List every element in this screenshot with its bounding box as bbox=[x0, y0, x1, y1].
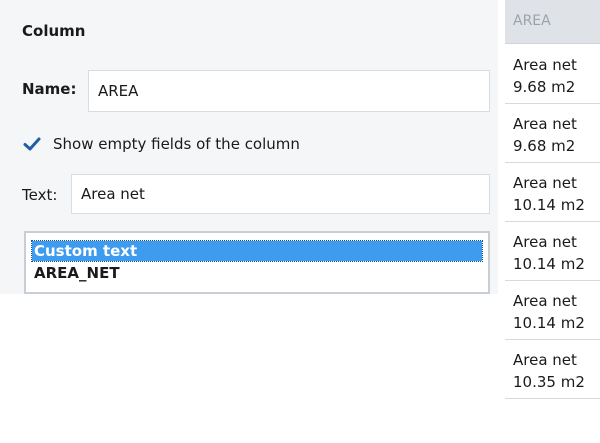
section-title: Column bbox=[22, 22, 86, 40]
show-empty-fields-label: Show empty fields of the column bbox=[53, 135, 300, 153]
column-settings-panel: Column Name: AREA Show empty fields of t… bbox=[0, 0, 498, 294]
name-field[interactable]: AREA bbox=[88, 70, 490, 112]
grid-row[interactable]: Area net 9.68 m2 bbox=[505, 104, 600, 163]
show-empty-fields-checkbox-row[interactable]: Show empty fields of the column bbox=[22, 134, 300, 154]
grid-row[interactable]: Area net 10.14 m2 bbox=[505, 281, 600, 340]
list-item-custom-text[interactable]: Custom text bbox=[31, 240, 483, 262]
grid-cell-line1: Area net bbox=[513, 292, 577, 310]
list-item-area-net[interactable]: AREA_NET bbox=[32, 263, 120, 283]
grid-row[interactable]: Area net 10.14 m2 bbox=[505, 222, 600, 281]
show-empty-fields-checkbox[interactable] bbox=[22, 134, 42, 154]
grid-cell-line2: 10.14 m2 bbox=[513, 196, 585, 214]
name-label: Name: bbox=[22, 80, 77, 98]
grid-cell-line1: Area net bbox=[513, 115, 577, 133]
grid-cell-line1: Area net bbox=[513, 233, 577, 251]
grid-cell-line2: 10.35 m2 bbox=[513, 373, 585, 391]
checkmark-icon bbox=[23, 137, 41, 151]
text-field[interactable]: Area net bbox=[71, 174, 490, 214]
grid-cell-line2: 9.68 m2 bbox=[513, 78, 576, 96]
grid-cell-line2: 10.14 m2 bbox=[513, 255, 585, 273]
grid-row[interactable]: Area net 10.35 m2 bbox=[505, 340, 600, 399]
grid-cell-line2: 10.14 m2 bbox=[513, 314, 585, 332]
grid-cell-line1: Area net bbox=[513, 56, 577, 74]
name-field-value: AREA bbox=[98, 82, 139, 100]
grid-row[interactable]: Area net 9.68 m2 bbox=[505, 45, 600, 104]
preview-grid: AREA Area net 9.68 m2 Area net 9.68 m2 A… bbox=[505, 0, 600, 443]
text-field-value: Area net bbox=[81, 185, 145, 203]
grid-cell-line1: Area net bbox=[513, 351, 577, 369]
grid-column-header[interactable]: AREA bbox=[505, 0, 600, 44]
grid-cell-line1: Area net bbox=[513, 174, 577, 192]
text-label: Text: bbox=[22, 186, 58, 204]
text-source-listbox[interactable]: Custom text AREA_NET bbox=[24, 231, 490, 294]
grid-row[interactable]: Area net 10.14 m2 bbox=[505, 163, 600, 222]
grid-cell-line2: 9.68 m2 bbox=[513, 137, 576, 155]
